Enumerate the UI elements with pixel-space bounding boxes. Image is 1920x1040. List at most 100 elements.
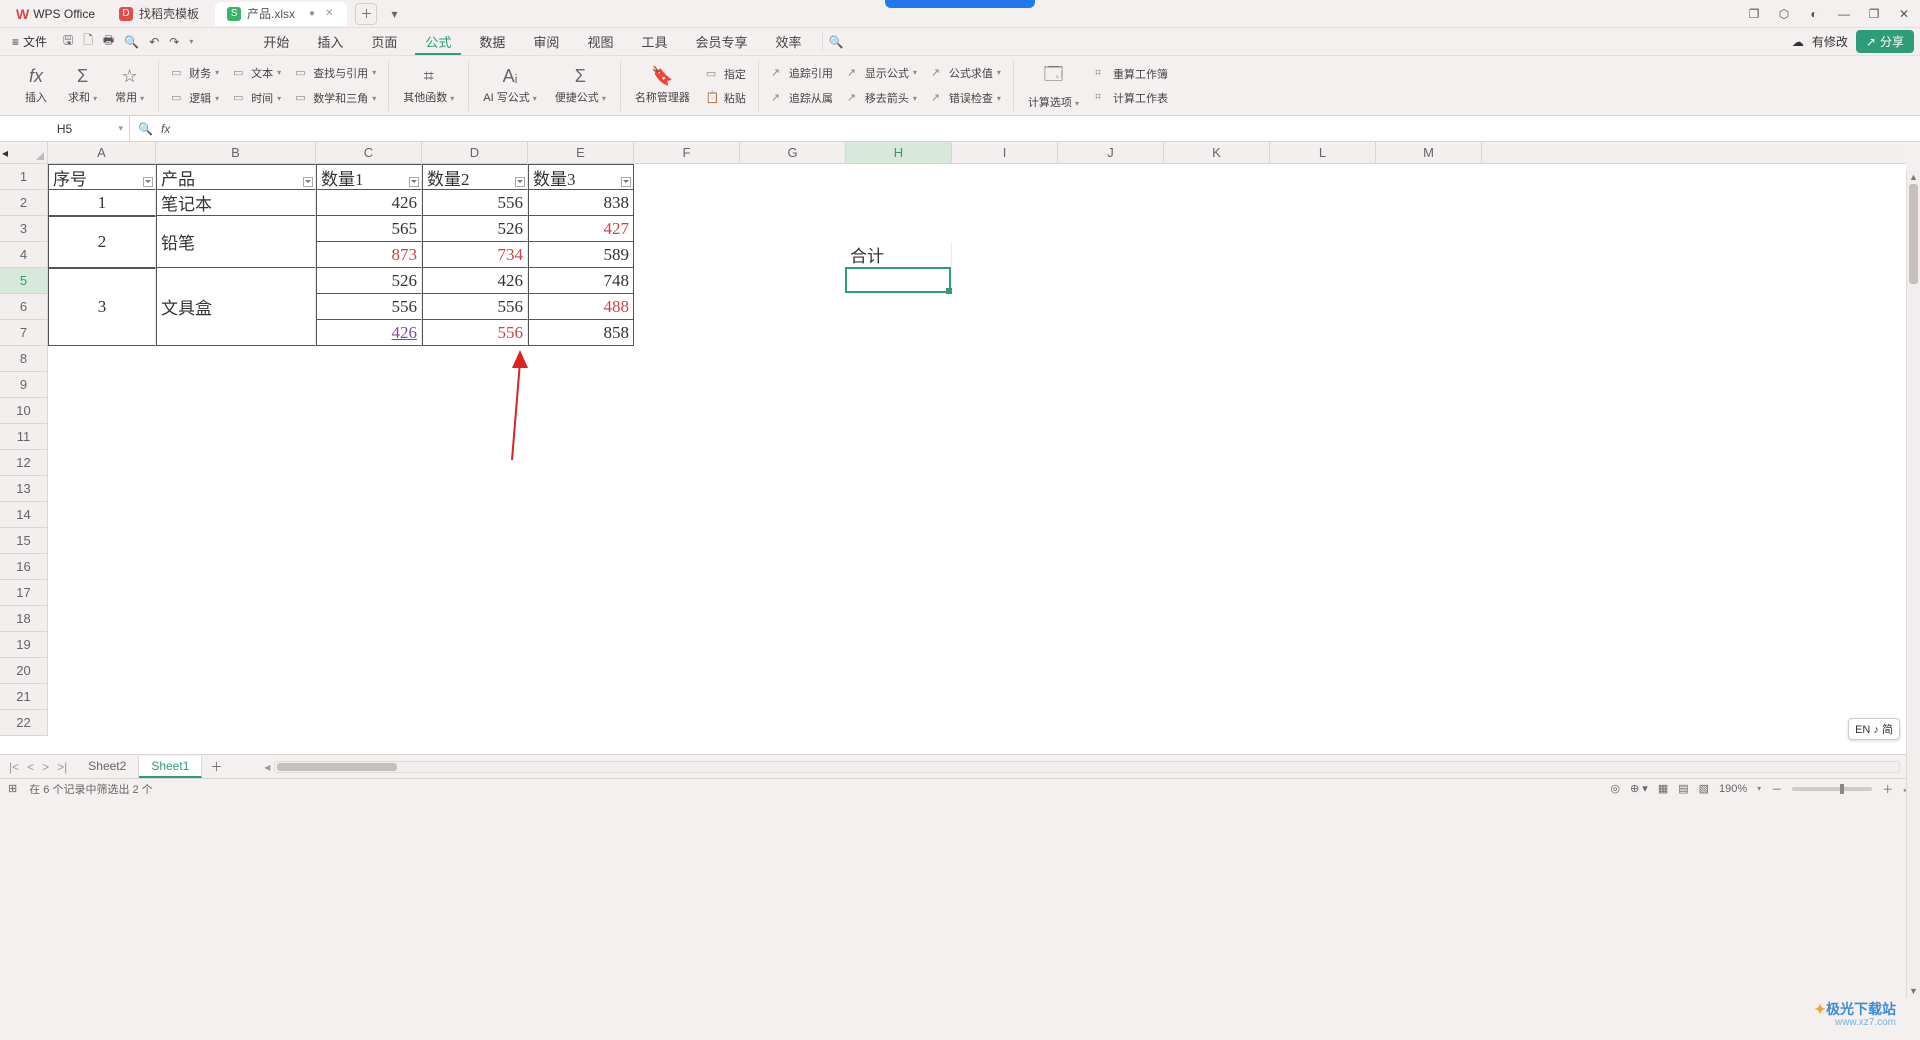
cell[interactable]: 426 [316,320,422,346]
redo-icon[interactable]: ↷ [169,35,179,49]
cell[interactable]: 556 [422,190,528,216]
cell[interactable]: 589 [528,242,634,268]
row-header[interactable]: 7 [0,320,47,346]
ribbon-tab[interactable]: 工具 [631,28,677,55]
ribbon-tab[interactable]: 数据 [469,28,515,55]
row-header[interactable]: 1 [0,164,47,190]
scroll-down-icon[interactable]: ▼ [1907,986,1920,996]
zoom-out-icon[interactable]: － [1771,781,1782,797]
column-header[interactable]: C [316,142,422,163]
row-header[interactable]: 13 [0,476,47,502]
sheet-tab[interactable]: Sheet2 [76,756,139,778]
calc-options-button[interactable]: 🗔计算选项 ▾ [1022,60,1085,112]
cell[interactable]: 556 [316,294,422,320]
cell[interactable]: 526 [422,216,528,242]
cell[interactable]: 565 [316,216,422,242]
ribbon-tab[interactable]: 审阅 [523,28,569,55]
sheet-first-icon[interactable]: |< [6,760,22,774]
chevron-down-icon[interactable]: ▾ [118,123,123,134]
spreadsheet-grid[interactable]: ◂ ABCDEFGHIJKLM 123456789101112131415161… [0,142,1906,754]
minimize-icon[interactable]: — [1834,7,1854,21]
column-header[interactable]: L [1270,142,1376,163]
scroll-thumb[interactable] [1909,184,1918,284]
row-header[interactable]: 2 [0,190,47,216]
horizontal-scrollbar[interactable] [274,761,1900,773]
file-menu[interactable]: ≡ 文件 [6,33,53,50]
audit-button[interactable]: ↗追踪从属 [767,88,837,108]
status-icon[interactable]: ⊞ [8,782,17,795]
ribbon-tab[interactable]: 视图 [577,28,623,55]
view-break-icon[interactable]: ▧ [1699,782,1709,795]
cube-icon[interactable]: ⬡ [1774,7,1794,21]
fn-category-button[interactable]: ▭财务 ▾ [167,63,223,83]
new-tab-button[interactable]: ＋ [355,3,377,25]
tab-list-button[interactable]: ▾ [383,3,405,25]
ribbon-tab[interactable]: 会员专享 [685,28,757,55]
ime-badge[interactable]: EN ♪ 简 [1848,718,1900,740]
add-sheet-button[interactable]: ＋ [202,758,230,775]
target-icon[interactable]: ⊕ ▾ [1630,782,1648,795]
open-icon[interactable]: 🗋 [83,31,93,52]
column-header[interactable]: J [1058,142,1164,163]
column-header[interactable]: K [1164,142,1270,163]
audit-button[interactable]: ↗错误检查 ▾ [927,88,1005,108]
fx-icon[interactable]: fx [161,122,170,136]
qat-dropdown-icon[interactable]: ▾ [189,37,193,46]
cell[interactable]: 铅笔 [156,216,316,268]
insert-fn-button[interactable]: fx插入 [16,64,56,107]
doc-tab-file[interactable]: S 产品.xlsx ● ✕ [215,2,347,26]
print-icon[interactable]: 🖶 [103,31,114,52]
search-button[interactable]: 🔍 [822,33,850,51]
quick-formula-button[interactable]: Σ便捷公式 ▾ [549,64,612,107]
recalc-sheet-button[interactable]: ⌗计算工作表 [1091,88,1172,108]
row-header[interactable]: 15 [0,528,47,554]
ribbon-tab[interactable]: 公式 [415,28,461,55]
layout-icon[interactable]: ❐ [1744,7,1764,21]
sheet-last-icon[interactable]: >| [54,760,70,774]
cell[interactable]: 序号 [48,164,156,190]
eye-icon[interactable]: ◎ [1610,782,1620,795]
close-icon[interactable]: ✕ [1894,7,1914,21]
maximize-icon[interactable]: ❐ [1864,7,1884,21]
row-header[interactable]: 22 [0,710,47,736]
cell[interactable]: 数量2 [422,164,528,190]
cell[interactable]: 526 [316,268,422,294]
recalc-workbook-button[interactable]: ⌗重算工作簿 [1091,64,1172,84]
fn-category-button[interactable]: ▭时间 ▾ [229,88,285,108]
filter-icon[interactable] [515,177,525,187]
fn-category-button[interactable]: ▭数学和三角 ▾ [291,88,380,108]
define-name-button[interactable]: ▭指定 [702,64,750,84]
cell[interactable]: 1 [48,190,156,216]
cell[interactable]: 426 [316,190,422,216]
column-header[interactable]: G [740,142,846,163]
name-manager-button[interactable]: 🔖名称管理器 [629,64,696,107]
cell[interactable]: 合计 [846,242,952,268]
row-header[interactable]: 9 [0,372,47,398]
cell[interactable]: 426 [422,268,528,294]
ribbon-tab[interactable]: 页面 [361,28,407,55]
scroll-thumb[interactable] [277,763,397,771]
row-header[interactable]: 19 [0,632,47,658]
fn-category-button[interactable]: ▭逻辑 ▾ [167,88,223,108]
audit-button[interactable]: ↗移去箭头 ▾ [843,88,921,108]
cell[interactable]: 文具盒 [156,268,316,346]
column-header[interactable]: I [952,142,1058,163]
cell[interactable]: 笔记本 [156,190,316,216]
column-header[interactable]: M [1376,142,1482,163]
sheet-next-icon[interactable]: > [39,760,52,774]
sheet-prev-icon[interactable]: < [24,760,37,774]
column-header[interactable]: B [156,142,316,163]
zoom-slider[interactable] [1792,787,1872,791]
vertical-scrollbar[interactable]: ▲ ▼ [1906,170,1920,998]
audit-button[interactable]: ↗追踪引用 [767,63,837,83]
row-header[interactable]: 14 [0,502,47,528]
cloud-sync-icon[interactable]: ☁ [1792,35,1804,49]
cells-area[interactable]: 序号产品数量1数量2数量31笔记本4265568382铅笔56552642787… [48,164,1906,754]
sum-button[interactable]: Σ求和 ▾ [62,64,103,107]
select-all-corner[interactable]: ◂ [0,142,48,164]
cell[interactable]: 873 [316,242,422,268]
cell[interactable]: 数量1 [316,164,422,190]
cell[interactable]: 556 [422,294,528,320]
row-header[interactable]: 18 [0,606,47,632]
common-button[interactable]: ☆常用 ▾ [109,64,150,107]
